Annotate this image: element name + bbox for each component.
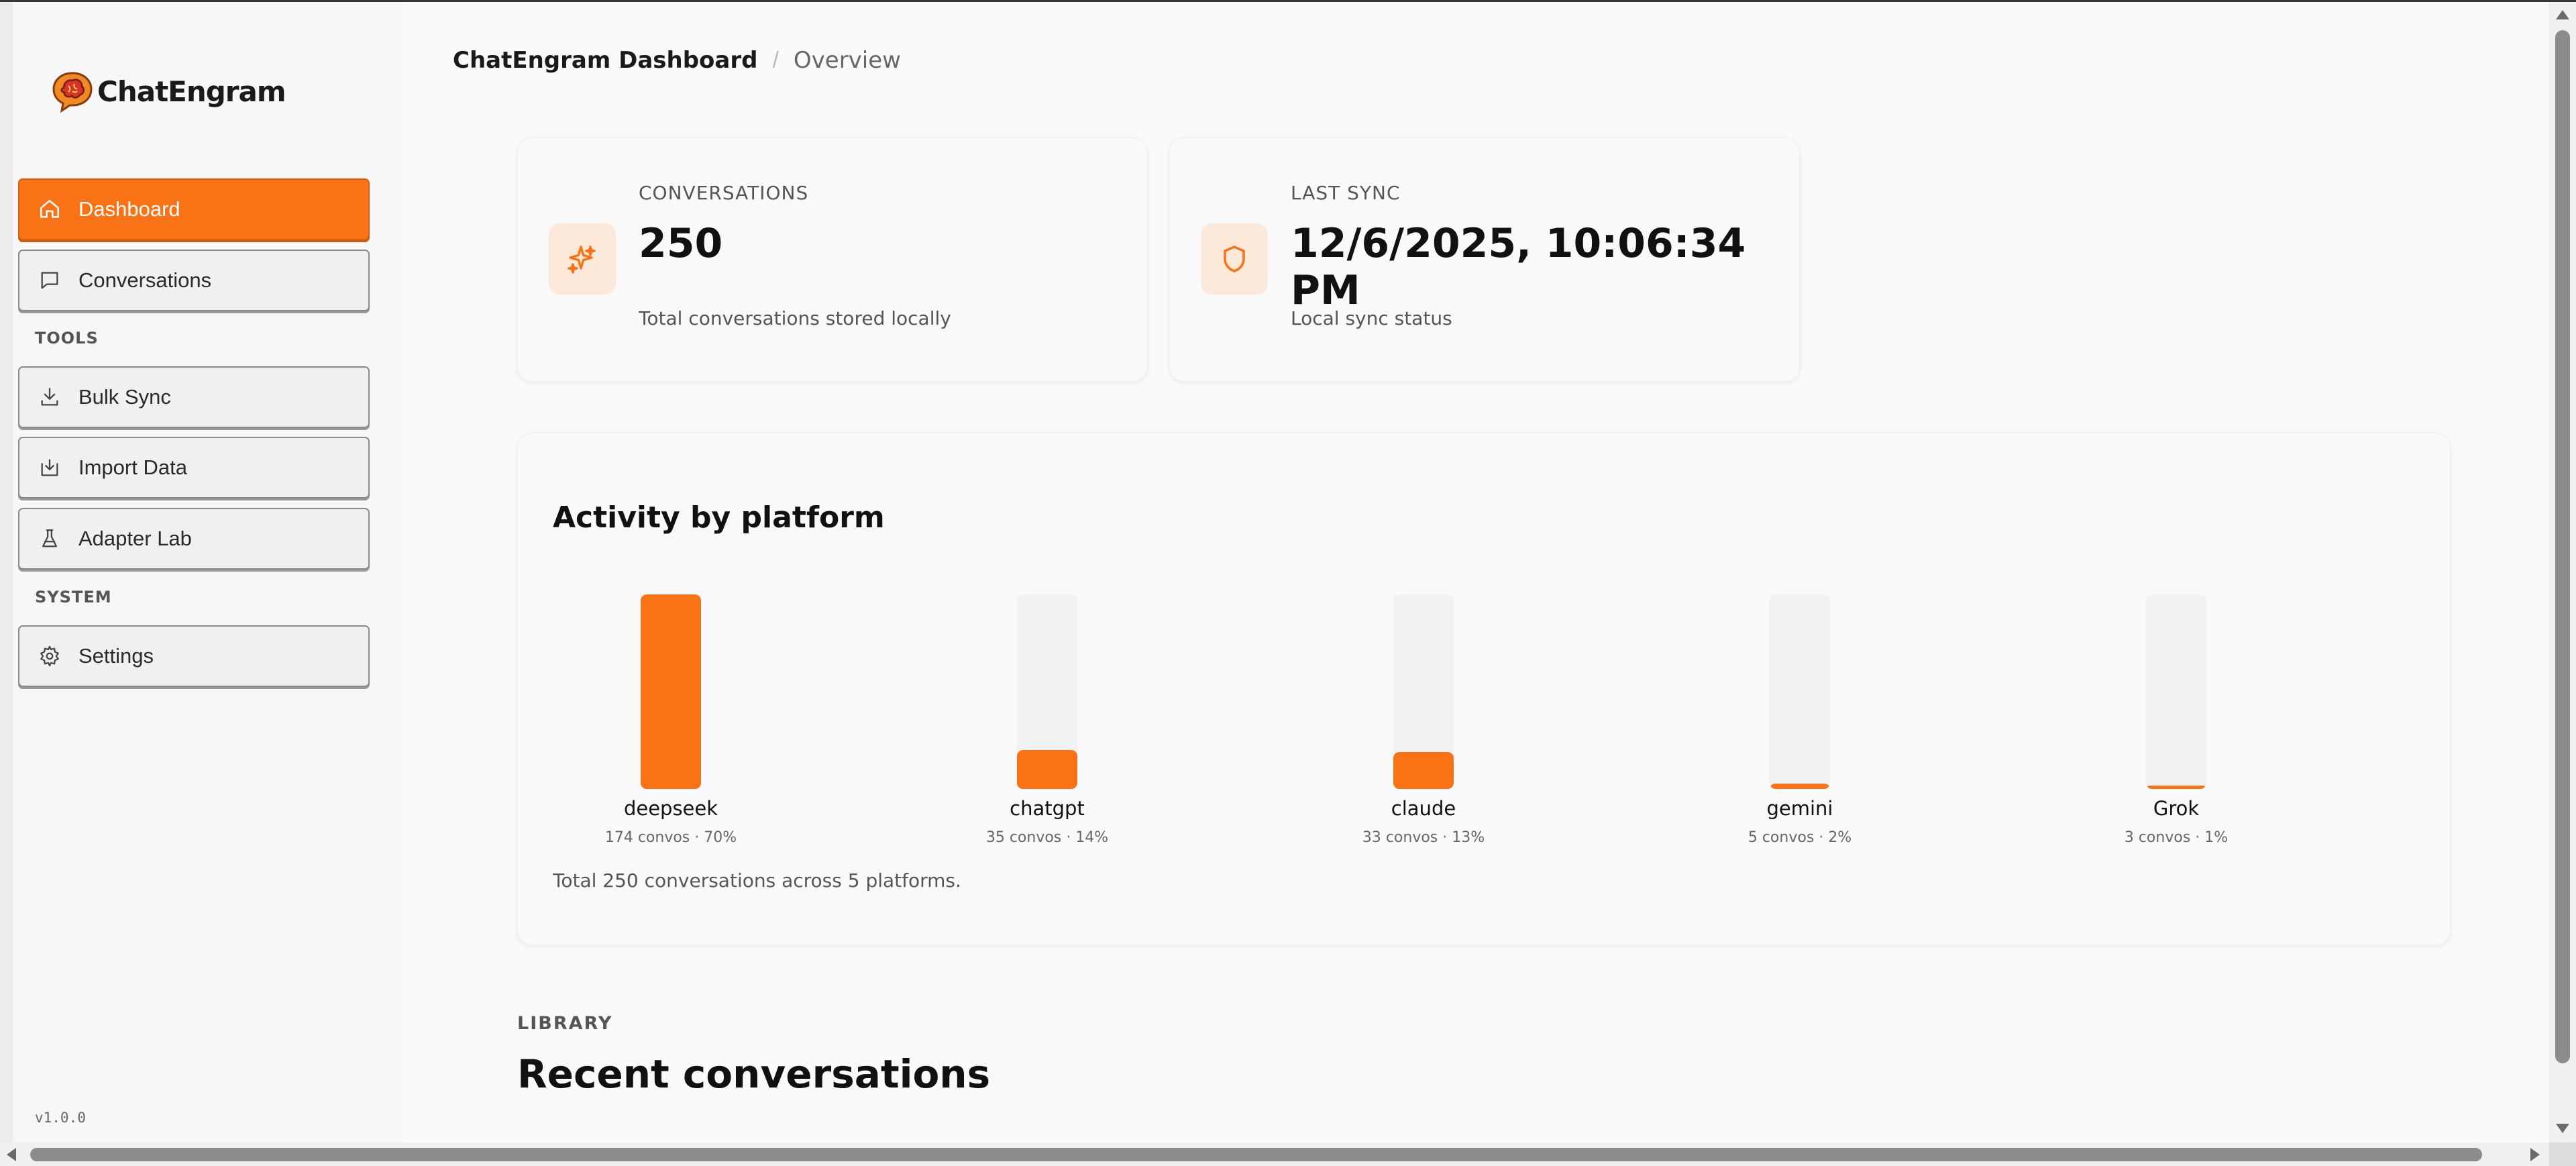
- library-section-label: LIBRARY: [517, 1013, 613, 1034]
- import-icon: [41, 459, 58, 476]
- home-icon: [40, 199, 60, 218]
- stat-label: CONVERSATIONS: [639, 182, 809, 204]
- stat-icon-wrapper: [1201, 223, 1268, 295]
- scrollbar-corner: [2549, 1143, 2576, 1166]
- vertical-scroll-thumb[interactable]: [2555, 30, 2570, 1063]
- nav-settings[interactable]: Settings: [18, 625, 370, 687]
- chat-bubble-icon: [41, 272, 58, 289]
- chart-title: Activity by platform: [553, 500, 885, 535]
- bar-sublabel: 5 convos · 2%: [1748, 829, 1852, 846]
- nav-import-data[interactable]: Import Data: [18, 437, 370, 498]
- activity-chart-card: Activity by platform deepseek 174 convos …: [517, 433, 2451, 945]
- stat-description: Total conversations stored locally: [639, 307, 951, 329]
- bar-sublabel: 174 convos · 70%: [604, 829, 737, 846]
- nav-import-data-label: Import Data: [78, 456, 187, 479]
- scroll-right-arrow-icon[interactable]: [2530, 1148, 2540, 1161]
- recent-conversations-heading: Recent conversations: [517, 1051, 991, 1097]
- bar-gemini: [1770, 784, 1830, 789]
- window-left-edge: [0, 2, 13, 1143]
- app-name: ChatEngram: [97, 74, 286, 108]
- scroll-up-arrow-icon[interactable]: [2556, 10, 2569, 19]
- bar-claude: [1393, 752, 1454, 789]
- bar-label: gemini: [1766, 797, 1833, 820]
- bar-track: [2146, 594, 2206, 789]
- nav-dashboard-label: Dashboard: [78, 197, 180, 221]
- horizontal-scroll-thumb[interactable]: [30, 1148, 2482, 1161]
- stat-label: LAST SYNC: [1291, 182, 1401, 204]
- bar-label: deepseek: [623, 797, 718, 820]
- app-version: v1.0.0: [35, 1110, 86, 1126]
- chart-total-text: Total 250 conversations across 5 platfor…: [553, 869, 961, 892]
- brain-chat-logo-icon: [52, 72, 93, 113]
- system-section-label: SYSTEM: [35, 588, 112, 606]
- bar-sublabel: 35 convos · 14%: [985, 829, 1109, 846]
- bar-track: [1017, 594, 1077, 789]
- nav-adapter-lab-label: Adapter Lab: [78, 527, 192, 550]
- tools-section-label: TOOLS: [35, 329, 99, 348]
- bar-sublabel: 3 convos · 1%: [2124, 829, 2229, 846]
- bar-track: [1770, 594, 1830, 789]
- breadcrumb-current: Overview: [793, 47, 901, 74]
- gear-icon: [40, 645, 59, 667]
- nav-adapter-lab[interactable]: Adapter Lab: [18, 508, 370, 570]
- scroll-down-arrow-icon[interactable]: [2556, 1124, 2569, 1133]
- bar-deepseek: [641, 594, 701, 789]
- stat-card-last-sync: LAST SYNC 12/6/2025, 10:06:34 PM Local s…: [1169, 138, 1800, 382]
- bar-label: Grok: [2153, 797, 2200, 820]
- stat-value: 250: [639, 220, 723, 267]
- nav-settings-label: Settings: [78, 644, 154, 668]
- stat-description: Local sync status: [1291, 307, 1452, 329]
- horizontal-scrollbar[interactable]: [0, 1143, 2549, 1166]
- shield-icon: [1224, 246, 1245, 272]
- bar-label: claude: [1391, 797, 1456, 820]
- nav-bulk-sync-label: Bulk Sync: [78, 385, 171, 409]
- breadcrumb-separator: /: [772, 47, 779, 73]
- bar-sublabel: 33 convos · 13%: [1362, 829, 1485, 846]
- breadcrumb-title[interactable]: ChatEngram Dashboard: [453, 47, 757, 74]
- download-icon: [41, 388, 58, 406]
- nav-conversations[interactable]: Conversations: [18, 250, 370, 311]
- bar-grok: [2146, 786, 2206, 789]
- nav-dashboard[interactable]: Dashboard: [18, 178, 370, 240]
- nav-conversations-label: Conversations: [78, 268, 212, 292]
- flask-icon: [42, 529, 58, 547]
- bar-chatgpt: [1017, 750, 1077, 789]
- scroll-left-arrow-icon[interactable]: [7, 1148, 16, 1161]
- stat-value: 12/6/2025, 10:06:34 PM: [1291, 220, 1746, 314]
- bar-track: [1393, 594, 1454, 789]
- vertical-scrollbar[interactable]: [2549, 2, 2576, 1143]
- sidebar: ChatEngram: [13, 2, 402, 1143]
- breadcrumb: ChatEngram Dashboard / Overview: [453, 47, 901, 74]
- sparkle-icon: [568, 246, 596, 274]
- nav-bulk-sync[interactable]: Bulk Sync: [18, 366, 370, 428]
- stat-card-conversations: CONVERSATIONS 250 Total conversations st…: [517, 138, 1148, 382]
- bar-track: [641, 594, 701, 789]
- bar-label: chatgpt: [1010, 797, 1085, 820]
- app-logo[interactable]: ChatEngram: [50, 69, 286, 113]
- stat-icon-wrapper: [549, 223, 616, 295]
